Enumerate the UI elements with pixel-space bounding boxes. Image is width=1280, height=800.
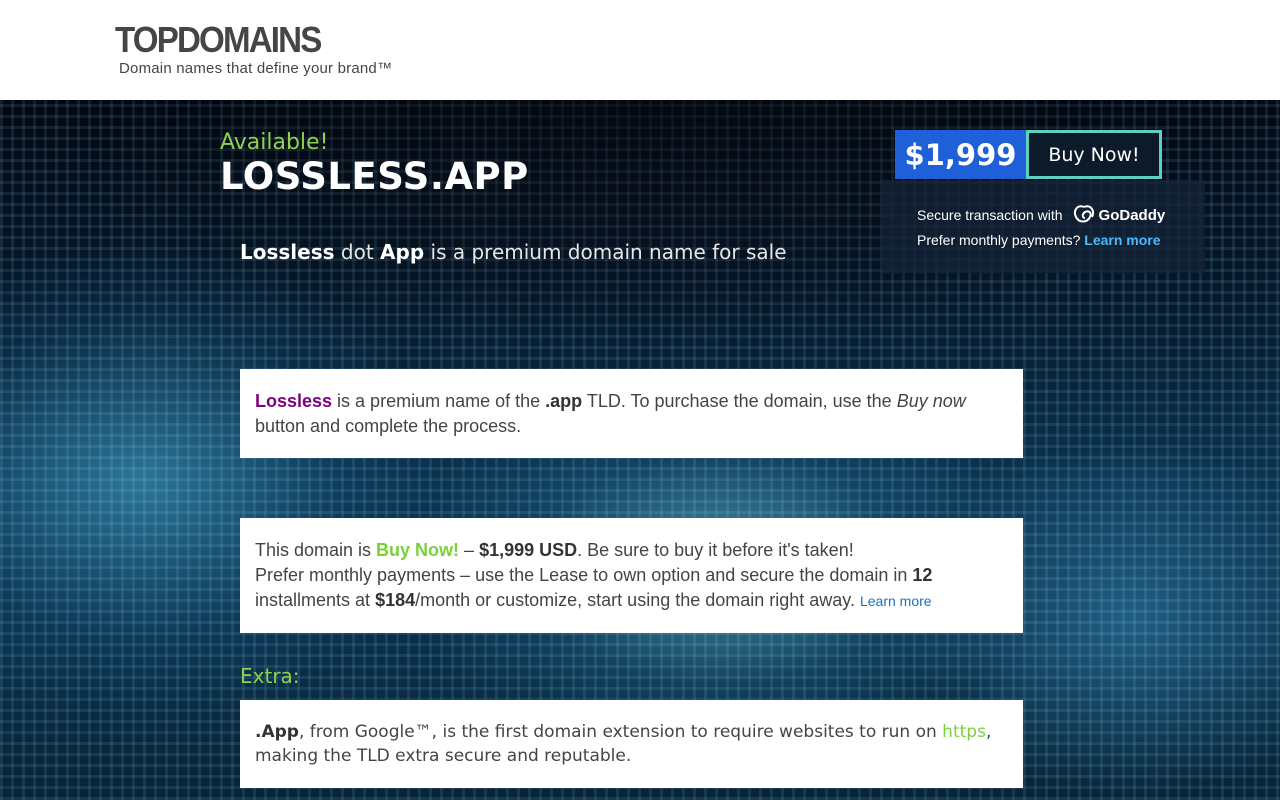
card1-text-2: TLD. To purchase the domain, use the xyxy=(582,391,897,411)
info-card-pricing: This domain is Buy Now! – $1,999 USD. Be… xyxy=(240,518,1023,633)
info-card-description: Lossless is a premium name of the .app T… xyxy=(240,369,1023,458)
buy-now-button[interactable]: Buy Now! xyxy=(1026,130,1162,179)
subtitle-word1: Lossless xyxy=(240,240,335,264)
extra-text-1: , from Google™, is the first domain exte… xyxy=(298,722,943,742)
info-card-extra: .App, from Google™, is the first domain … xyxy=(240,700,1023,788)
purchase-panel xyxy=(881,180,1205,273)
card2-text-2: . Be sure to buy it before it's taken! xyxy=(577,540,854,560)
card1-text-3: button and complete the process. xyxy=(255,416,522,436)
godaddy-icon xyxy=(1073,205,1094,223)
secure-transaction: Secure transaction with GoDaddy xyxy=(917,205,1165,225)
tld-highlight: .app xyxy=(545,391,583,411)
subtitle-dot: dot xyxy=(334,240,381,264)
https-link[interactable]: https xyxy=(942,722,986,742)
card2-text-4: installments at xyxy=(255,590,376,610)
card1-text-1: is a premium name of the xyxy=(332,391,546,411)
site-tagline: Domain names that define your brand™ xyxy=(119,60,393,77)
card2-text-5: /month or customize, start using the dom… xyxy=(415,590,860,610)
lease-learn-more-link[interactable]: Learn more xyxy=(860,593,932,609)
learn-more-link[interactable]: Learn more xyxy=(1084,232,1160,248)
secure-text: Secure transaction with xyxy=(917,207,1063,223)
site-header: TOPDOMAINS Domain names that define your… xyxy=(0,0,1280,100)
card2-text-3: Prefer monthly payments – use the Lease … xyxy=(255,565,913,585)
subtitle-word2: App xyxy=(380,240,425,264)
price-usd: $1,999 USD xyxy=(479,540,578,560)
godaddy-label: GoDaddy xyxy=(1098,206,1166,224)
app-tld: .App xyxy=(255,722,299,742)
domain-title: LOSSLESS.APP xyxy=(220,155,529,198)
price-tag: $1,999 xyxy=(895,130,1026,179)
monthly-text: Prefer monthly payments? xyxy=(917,232,1081,248)
godaddy-logo: GoDaddy xyxy=(1073,205,1166,225)
monthly-price: $184 xyxy=(375,590,416,610)
buy-now-italic: Buy now xyxy=(896,391,966,411)
domain-subtitle: Lossless dot App is a premium domain nam… xyxy=(240,240,787,264)
subtitle-rest: is a premium domain name for sale xyxy=(424,240,787,264)
monthly-payments: Prefer monthly payments? Learn more xyxy=(917,232,1161,248)
extra-heading: Extra: xyxy=(240,664,300,688)
card2-dash: – xyxy=(459,540,480,560)
installments-count: 12 xyxy=(912,565,933,585)
card2-text-1: This domain is xyxy=(255,540,377,560)
domain-name-highlight: Lossless xyxy=(255,391,333,411)
site-logo[interactable]: TOPDOMAINS xyxy=(115,20,322,60)
availability-label: Available! xyxy=(220,130,329,155)
buy-now-link[interactable]: Buy Now! xyxy=(376,540,459,560)
